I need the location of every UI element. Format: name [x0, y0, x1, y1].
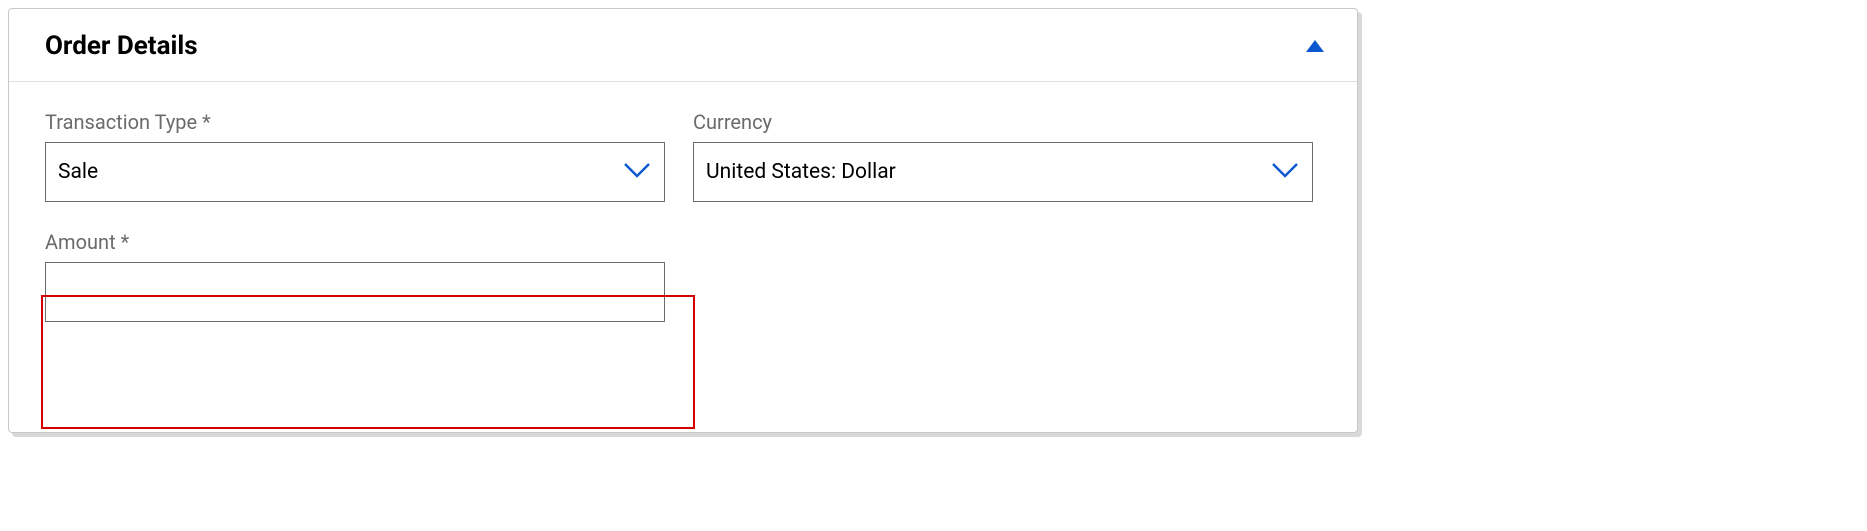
collapse-up-icon[interactable]	[1303, 34, 1327, 58]
transaction-type-label: Transaction Type *	[45, 110, 665, 134]
order-details-panel: Order Details Transaction Type * Sale	[8, 8, 1358, 433]
transaction-type-field: Transaction Type * Sale	[45, 110, 665, 202]
amount-field: Amount *	[45, 230, 665, 322]
panel-title: Order Details	[45, 31, 198, 61]
panel-header: Order Details	[9, 9, 1357, 82]
transaction-type-select[interactable]: Sale	[45, 142, 665, 202]
amount-input[interactable]	[45, 262, 665, 322]
amount-label: Amount *	[45, 230, 665, 254]
currency-field: Currency United States: Dollar	[693, 110, 1313, 202]
currency-label: Currency	[693, 110, 1313, 134]
currency-select[interactable]: United States: Dollar	[693, 142, 1313, 202]
panel-body: Transaction Type * Sale Currency United …	[9, 82, 1357, 350]
currency-value: United States: Dollar	[706, 160, 896, 184]
transaction-type-value: Sale	[58, 160, 98, 184]
